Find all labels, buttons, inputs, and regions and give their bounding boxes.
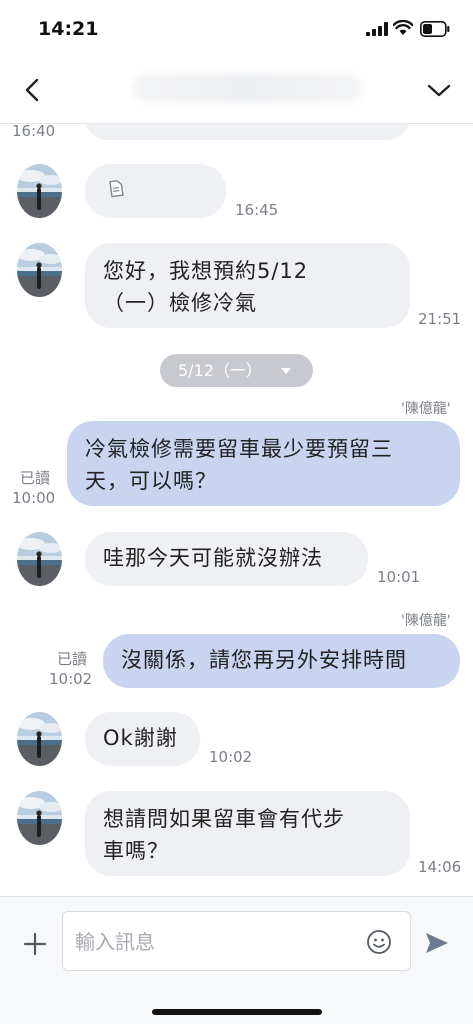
sender-tag: '陳億龍'	[401, 401, 451, 417]
message-time: 10:02	[209, 748, 253, 766]
message-input[interactable]	[75, 922, 355, 962]
message-text-line: Ok謝謝	[103, 726, 178, 750]
message-text-line: 沒關係，請您再另外安排時間	[121, 648, 407, 672]
plus-icon[interactable]	[22, 931, 48, 957]
message-bubble[interactable]: 您好，我想預約5/12 （一）檢修冷氣	[85, 243, 410, 328]
wifi-icon	[393, 20, 413, 35]
send-icon[interactable]	[424, 931, 450, 955]
message-time: 10:01	[377, 568, 421, 586]
home-indicator	[152, 1009, 322, 1015]
read-receipt: 已讀	[20, 469, 51, 487]
message-text-line: （一）檢修冷氣	[103, 291, 257, 315]
message-bubble-file[interactable]	[85, 164, 226, 218]
battery-icon	[420, 21, 450, 37]
caret-down-icon	[281, 368, 291, 374]
message-input-box[interactable]	[62, 911, 411, 971]
message-input-bar	[0, 896, 473, 1024]
sender-tag: '陳億龍'	[401, 613, 451, 629]
file-icon	[109, 180, 124, 198]
message-text-line: 車嗎？	[103, 839, 169, 863]
message-text-line: 想請問如果留車會有代步	[103, 807, 345, 831]
chat-header	[0, 58, 473, 124]
message-time: 16:40	[12, 124, 56, 140]
message-text-line: 哇那今天可能就沒辦法	[103, 546, 323, 570]
message-bubble-outgoing[interactable]: 沒關係，請您再另外安排時間	[103, 634, 460, 688]
message-bubble-partial[interactable]	[85, 124, 410, 140]
avatar[interactable]	[17, 532, 62, 586]
message-time: 16:45	[235, 201, 279, 219]
signal-icon	[366, 22, 388, 36]
message-bubble[interactable]: 哇那今天可能就沒辦法	[85, 532, 368, 586]
avatar[interactable]	[17, 164, 62, 218]
message-time: 21:51	[418, 310, 462, 328]
chevron-down-icon[interactable]	[424, 78, 454, 102]
message-bubble[interactable]: 想請問如果留車會有代步 車嗎？	[85, 791, 410, 876]
avatar[interactable]	[17, 791, 62, 845]
chat-message-list[interactable]: 16:40 16:45 您好，我想預約5/12 （一）檢修冷氣 21:51 5/…	[0, 124, 473, 896]
avatar[interactable]	[17, 243, 62, 297]
date-separator-pill[interactable]: 5/12（一）	[160, 354, 313, 387]
message-time: 10:00	[12, 489, 56, 507]
message-time: 10:02	[49, 670, 93, 688]
emoji-icon[interactable]	[366, 929, 392, 955]
avatar[interactable]	[17, 712, 62, 766]
status-time: 14:21	[38, 18, 99, 40]
message-bubble[interactable]: Ok謝謝	[85, 712, 200, 766]
read-receipt: 已讀	[57, 650, 88, 668]
message-time: 14:06	[418, 858, 462, 876]
message-text-line: 冷氣檢修需要留車最少要預留三	[85, 437, 393, 461]
back-icon[interactable]	[20, 76, 46, 104]
message-text-line: 天，可以嗎？	[85, 469, 217, 493]
date-separator-label: 5/12（一）	[178, 361, 262, 380]
message-text-line: 您好，我想預約5/12	[103, 259, 309, 283]
message-bubble-outgoing[interactable]: 冷氣檢修需要留車最少要預留三 天，可以嗎？	[67, 421, 460, 506]
status-bar: 14:21	[0, 0, 473, 58]
chat-title-blurred	[132, 74, 362, 102]
